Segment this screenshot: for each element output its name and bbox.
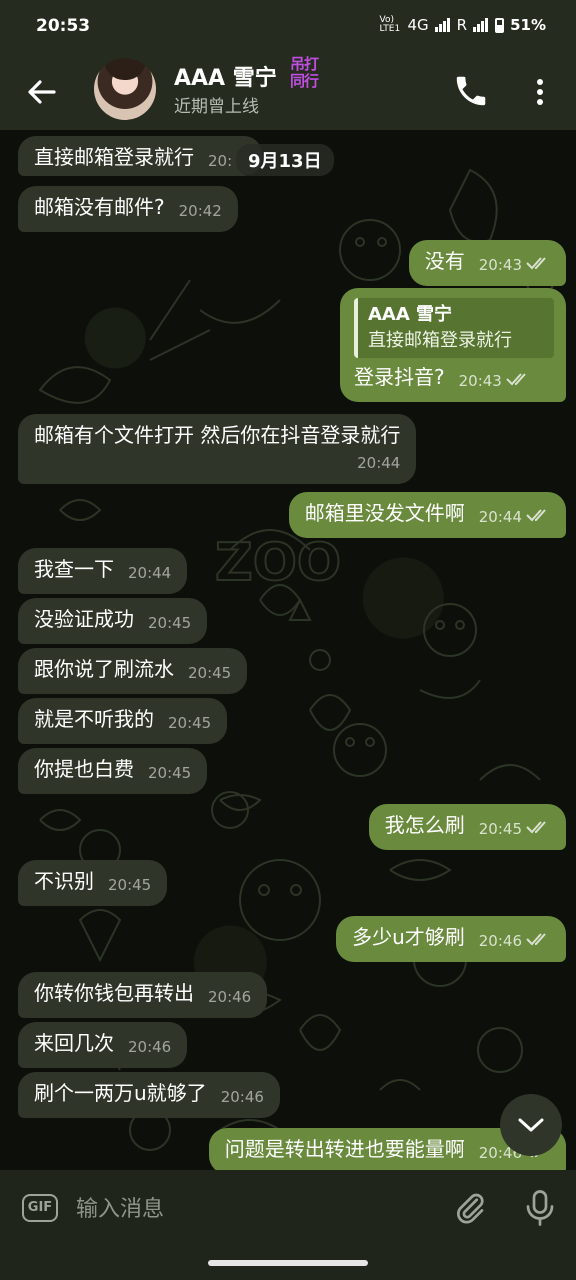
double-check-icon xyxy=(526,933,546,946)
message-time: 20:45 xyxy=(148,764,192,782)
avatar[interactable] xyxy=(94,58,156,120)
message-time: 20:43 xyxy=(478,256,522,274)
volte-indicator: Vo) LTE1 xyxy=(379,15,401,34)
message-incoming[interactable]: 不识别 20:45 xyxy=(18,860,168,906)
message-incoming[interactable]: 就是不听我的 20:45 xyxy=(18,698,228,744)
network-type: 4G xyxy=(407,16,429,34)
last-seen-status: 近期曾上线 xyxy=(174,97,259,117)
message-text: 邮箱没有邮件? xyxy=(34,195,165,219)
message-text: 没验证成功 xyxy=(34,607,134,631)
message-time: 20:44 xyxy=(357,454,401,472)
system-nav-bar xyxy=(0,1246,576,1280)
microphone-icon xyxy=(526,1190,554,1226)
more-vert-icon xyxy=(537,79,543,105)
name-tag-line-2: 同行 xyxy=(290,72,319,90)
message-outgoing[interactable]: 邮箱里没发文件啊 20:44 xyxy=(288,492,566,538)
reply-author: AAA 雪宁 xyxy=(368,304,453,325)
message-text: 多少u才够刷 xyxy=(352,925,465,949)
message-time: 20:45 xyxy=(148,614,192,632)
message-time: 20:44 xyxy=(478,508,522,526)
message-text: 没有 xyxy=(424,249,465,273)
scroll-down-button[interactable] xyxy=(500,1094,562,1156)
message-incoming[interactable]: 你提也白费 20:45 xyxy=(18,748,208,794)
message-time: 20:45 xyxy=(188,664,232,682)
name-tag-line-1: 吊打 xyxy=(290,55,319,73)
message-incoming[interactable]: 跟你说了刷流水 20:45 xyxy=(18,648,248,694)
message-text: 登录抖音? xyxy=(354,365,445,389)
message-incoming[interactable]: 邮箱有个文件打开 然后你在抖音登录就行 20:44 xyxy=(18,414,417,484)
svg-text:ZOO: ZOO xyxy=(215,533,341,593)
status-time: 20:53 xyxy=(36,16,91,36)
message-incoming[interactable]: 邮箱没有邮件? 20:42 xyxy=(18,186,238,232)
message-incoming[interactable]: 你转你钱包再转出 20:46 xyxy=(18,972,268,1018)
message-time: 20:44 xyxy=(128,564,172,582)
message-time: 20:45 xyxy=(478,820,522,838)
message-text: 邮箱有个文件打开 然后你在抖音登录就行 xyxy=(34,423,401,447)
paperclip-icon xyxy=(457,1193,484,1224)
status-bar: 20:53 Vo) LTE1 4G R 51% xyxy=(0,0,576,54)
message-incoming[interactable]: 刷个一两万u就够了 20:46 xyxy=(18,1072,280,1118)
message-text: 你提也白费 xyxy=(34,757,134,781)
chat-header: AAA 雪宁 吊打 同行 近期曾上线 xyxy=(0,54,576,130)
message-text: 邮箱里没发文件啊 xyxy=(304,501,465,525)
roaming-indicator: R xyxy=(456,16,468,34)
message-text: 直接邮箱登录就行 xyxy=(34,145,194,169)
message-time: 20:45 xyxy=(108,876,152,894)
message-time: 20:45 xyxy=(168,714,212,732)
message-input[interactable] xyxy=(74,1188,438,1230)
chevron-down-icon xyxy=(518,1118,544,1132)
gif-button[interactable]: GIF xyxy=(22,1194,58,1222)
message-text: 跟你说了刷流水 xyxy=(34,657,174,681)
name-tag: 吊打 同行 xyxy=(290,56,328,90)
double-check-icon xyxy=(526,821,546,834)
date-label: 9月13日 xyxy=(236,144,334,176)
message-text: 我怎么刷 xyxy=(384,813,465,837)
message-text: 就是不听我的 xyxy=(34,707,154,731)
message-outgoing[interactable]: 我怎么刷 20:45 xyxy=(368,804,566,850)
battery-icon xyxy=(495,17,505,33)
battery-percent: 51% xyxy=(510,16,546,34)
home-handle[interactable] xyxy=(208,1260,368,1266)
signal-icon-2 xyxy=(473,18,489,32)
back-button[interactable] xyxy=(22,72,62,112)
message-text: 刷个一两万u就够了 xyxy=(34,1081,207,1105)
chat-title[interactable]: AAA 雪宁 xyxy=(174,60,277,92)
message-outgoing-reply[interactable]: AAA 雪宁 直接邮箱登录就行 登录抖音? 20:43 xyxy=(340,288,566,402)
message-text: 来回几次 xyxy=(34,1031,114,1055)
message-outgoing[interactable]: 多少u才够刷 20:46 xyxy=(336,916,566,962)
composer-bar: GIF xyxy=(0,1170,576,1246)
more-button[interactable] xyxy=(528,74,552,110)
message-list[interactable]: ZOO 直接邮箱登录就行 20: 9月13日 邮箱没有邮件? 20:42 没有 … xyxy=(0,130,576,1170)
message-time: 20:42 xyxy=(178,202,222,220)
signal-icon xyxy=(434,18,451,32)
message-incoming[interactable]: 来回几次 20:46 xyxy=(18,1022,188,1068)
microphone-button[interactable] xyxy=(522,1188,558,1228)
message-time: 20:43 xyxy=(458,372,502,390)
message-outgoing[interactable]: 没有 20:43 xyxy=(408,240,566,286)
double-check-icon xyxy=(526,257,546,270)
call-button[interactable] xyxy=(452,72,490,110)
message-time: 20:46 xyxy=(208,988,252,1006)
reply-text: 直接邮箱登录就行 xyxy=(368,330,512,351)
double-check-icon xyxy=(526,509,546,522)
message-incoming[interactable]: 直接邮箱登录就行 20: xyxy=(18,136,263,176)
attach-button[interactable] xyxy=(452,1190,488,1226)
message-time: 20:46 xyxy=(128,1038,172,1056)
message-time: 20:46 xyxy=(478,932,522,950)
message-incoming[interactable]: 没验证成功 20:45 xyxy=(18,598,208,644)
arrow-left-icon xyxy=(28,80,56,104)
message-text: 你转你钱包再转出 xyxy=(34,981,194,1005)
message-time: 20:46 xyxy=(220,1088,264,1106)
status-icons: Vo) LTE1 4G R 51% xyxy=(379,15,546,35)
message-text: 不识别 xyxy=(34,869,94,893)
reply-quote[interactable]: AAA 雪宁 直接邮箱登录就行 xyxy=(354,298,554,358)
double-check-icon xyxy=(506,373,526,386)
message-time: 20: xyxy=(208,152,233,170)
message-text: 我查一下 xyxy=(34,557,114,581)
message-incoming[interactable]: 我查一下 20:44 xyxy=(18,548,188,594)
phone-icon xyxy=(456,76,486,106)
message-text: 问题是转出转进也要能量啊 xyxy=(224,1137,465,1161)
